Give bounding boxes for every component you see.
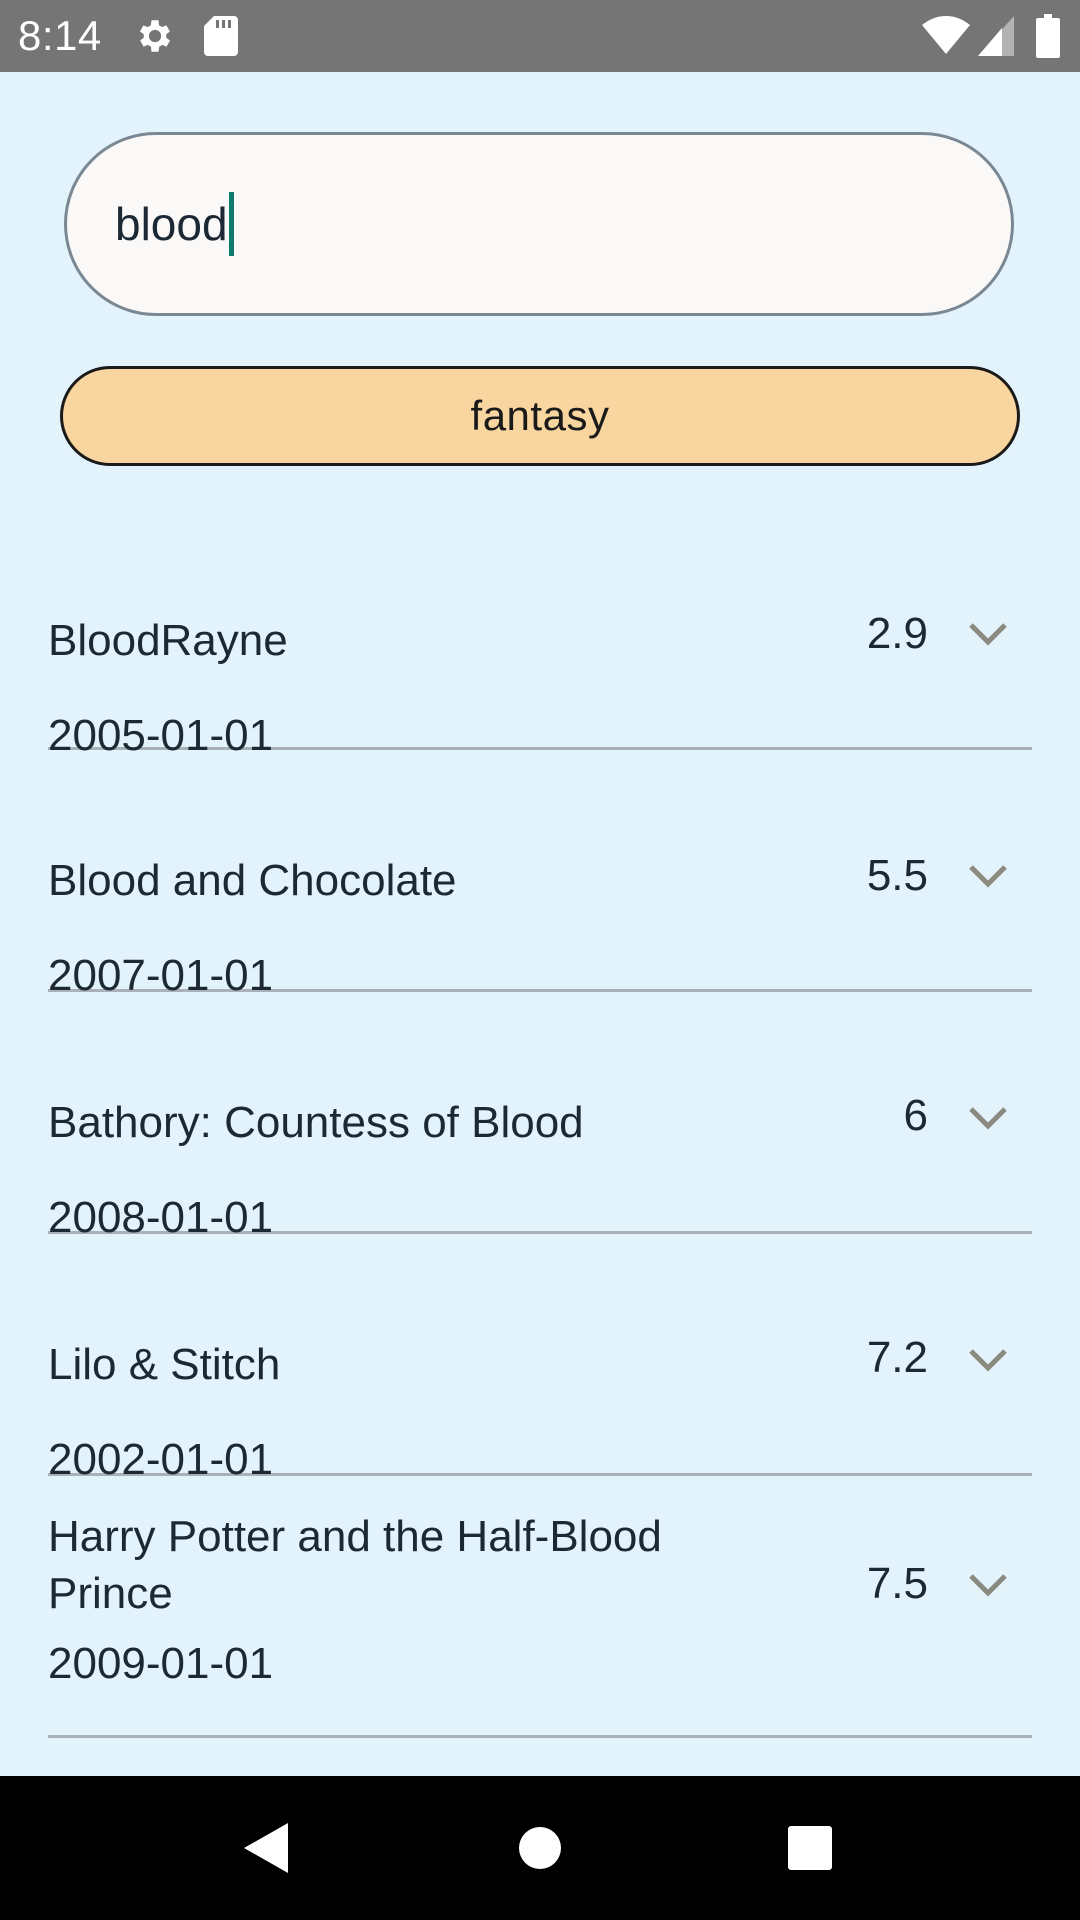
recents-icon xyxy=(788,1826,832,1870)
item-rating: 6 xyxy=(903,1091,928,1140)
list-item[interactable]: BloodRayne 2005-01-01 2.9 xyxy=(48,508,1032,760)
wifi-icon xyxy=(922,0,970,72)
search-value: blood xyxy=(115,198,228,250)
list-item[interactable]: Harry Potter and the Half-Blood Prince 2… xyxy=(48,1476,1032,1738)
search-input[interactable]: blood xyxy=(64,132,1014,316)
recents-button[interactable] xyxy=(750,1776,870,1920)
item-title: BloodRayne xyxy=(48,616,288,665)
list-item[interactable]: Blood and Chocolate 2007-01-01 5.5 xyxy=(48,750,1032,1000)
back-button[interactable] xyxy=(206,1776,326,1920)
genre-filter-button[interactable]: fantasy xyxy=(60,366,1020,466)
navigation-bar xyxy=(0,1776,1080,1920)
home-button[interactable] xyxy=(480,1776,600,1920)
list-item[interactable]: Lilo & Stitch 2002-01-01 7.2 xyxy=(48,1234,1032,1484)
chevron-down-icon[interactable] xyxy=(968,1572,1008,1598)
item-title: Bathory: Countess of Blood xyxy=(48,1098,584,1147)
text-cursor xyxy=(228,192,234,256)
home-icon xyxy=(519,1827,561,1869)
gear-icon xyxy=(134,0,176,72)
chevron-down-icon[interactable] xyxy=(968,863,1008,889)
results-list: BloodRayne 2005-01-01 2.9 Blood and Choc… xyxy=(48,508,1032,1738)
item-rating: 5.5 xyxy=(866,851,928,900)
cell-signal-icon xyxy=(978,0,1014,72)
item-title: Lilo & Stitch xyxy=(48,1340,281,1389)
item-rating: 7.2 xyxy=(866,1333,928,1382)
item-rating: 7.5 xyxy=(866,1559,928,1608)
item-title: Harry Potter and the Half-Blood Prince xyxy=(48,1512,662,1618)
status-bar: 8:14 xyxy=(0,0,1080,72)
item-title: Blood and Chocolate xyxy=(48,856,457,905)
item-date: 2009-01-01 xyxy=(48,1639,274,1688)
sd-card-icon xyxy=(204,0,238,72)
chevron-down-icon[interactable] xyxy=(968,621,1008,647)
chevron-down-icon[interactable] xyxy=(968,1347,1008,1373)
back-icon xyxy=(244,1823,288,1873)
chevron-down-icon[interactable] xyxy=(968,1105,1008,1131)
status-time: 8:14 xyxy=(18,12,102,59)
battery-icon xyxy=(1036,0,1060,72)
item-rating: 2.9 xyxy=(866,609,928,658)
main-content: blood fantasy BloodRayne 2005-01-01 2.9 … xyxy=(0,72,1080,1776)
list-item[interactable]: Bathory: Countess of Blood 2008-01-01 6 xyxy=(48,992,1032,1242)
